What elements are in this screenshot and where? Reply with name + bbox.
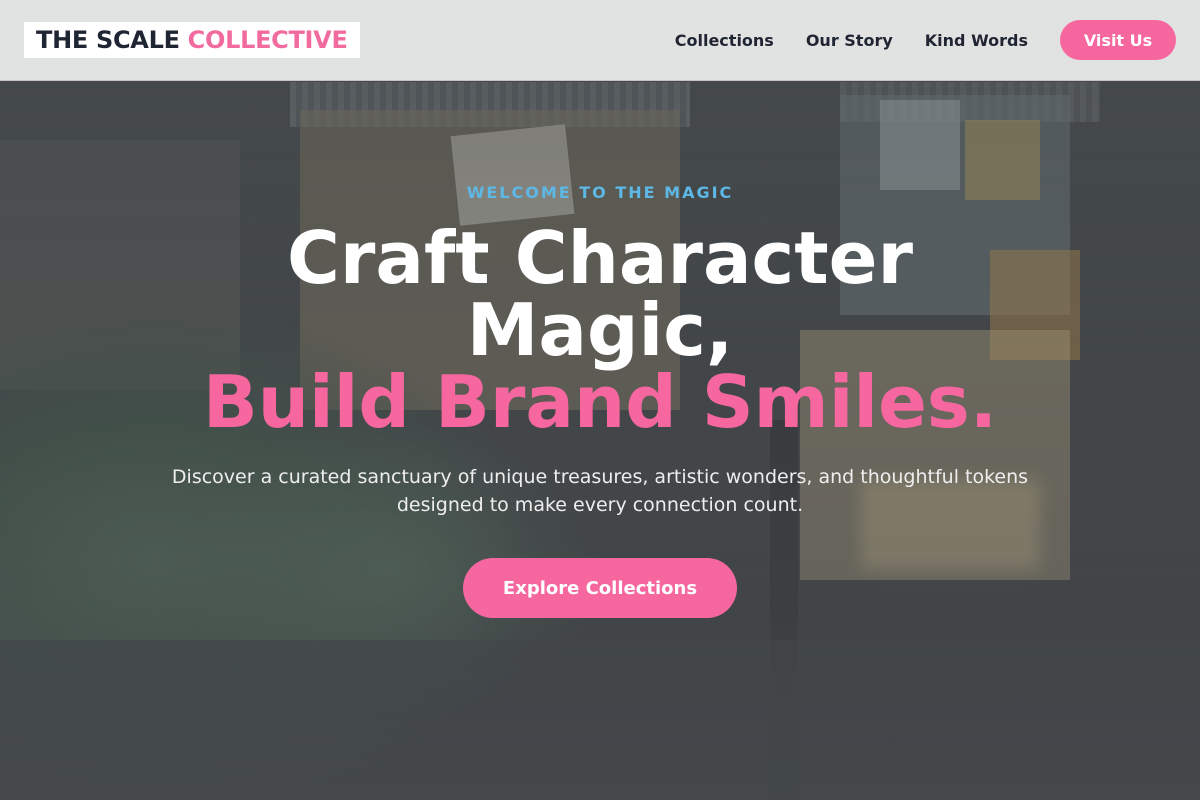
hero-headline-accent: Build Brand Smiles. bbox=[202, 360, 998, 444]
hero-headline: Craft Character Magic, bbox=[287, 216, 913, 372]
explore-collections-button[interactable]: Explore Collections bbox=[463, 558, 737, 618]
hero-subtext: Discover a curated sanctuary of unique t… bbox=[171, 466, 1029, 516]
hero-eyebrow: WELCOME TO THE MAGIC bbox=[466, 183, 734, 202]
hero-section: WELCOME TO THE MAGIC Craft Character Mag… bbox=[0, 0, 1200, 800]
